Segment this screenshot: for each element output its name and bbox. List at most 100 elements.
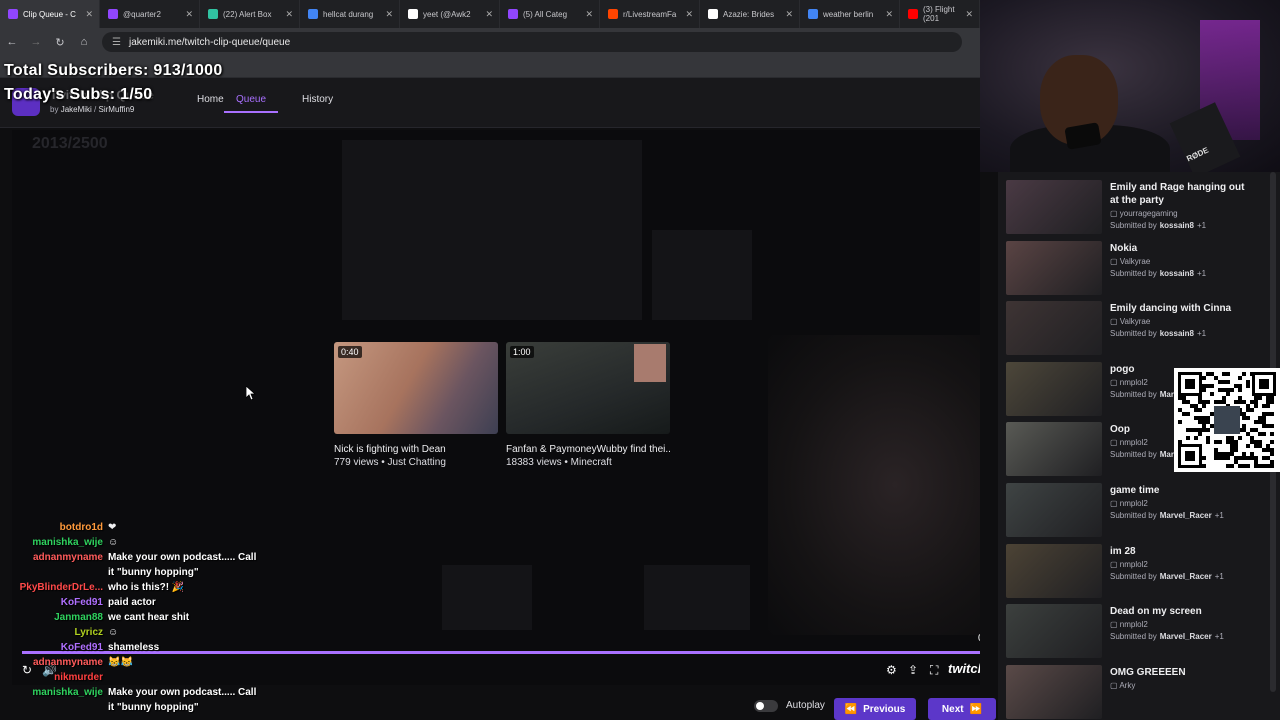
- queue-item-submitter: Submitted by kossain8 +1: [1110, 221, 1206, 230]
- submitter-count: +1: [1214, 632, 1224, 642]
- settings-gear-icon[interactable]: ⚙: [886, 663, 897, 677]
- tab-close-icon[interactable]: ✕: [485, 9, 493, 20]
- clip-thumbnail[interactable]: 0:40: [334, 342, 498, 434]
- chat-username[interactable]: manishka_wije: [32, 687, 103, 698]
- chat-username[interactable]: KoFed91: [61, 597, 103, 608]
- submitter-name: Marvel_Racer: [1159, 571, 1212, 581]
- tab-close-icon[interactable]: ✕: [185, 9, 193, 20]
- clip-card[interactable]: 1:00 Fanfan & PaymoneyWubby find thei...…: [506, 342, 670, 468]
- browser-tab[interactable]: (3) Flight (201 ✕: [900, 0, 980, 28]
- browser-tab[interactable]: @quarter2 ✕: [100, 0, 200, 28]
- queue-item[interactable]: Dead on my screen ▢ nmplol2 Submitted by Ma…: [1006, 604, 1276, 660]
- qr-module: [1246, 456, 1250, 460]
- qr-module: [1234, 444, 1238, 448]
- channel-icon: ▢: [1110, 209, 1120, 218]
- queue-item[interactable]: game time ▢ nmplol2 Submitted by Marvel_Rac…: [1006, 483, 1276, 539]
- queue-item-submitter: Submitted by kossain8 +1: [1110, 269, 1206, 278]
- chat-username[interactable]: PkyBlinderDrLe...: [20, 582, 103, 593]
- queue-item[interactable]: im 28 ▢ nmplol2 Submitted by Marvel_Racer +1: [1006, 543, 1276, 600]
- qr-module: [1230, 388, 1234, 392]
- qr-module: [1262, 448, 1266, 452]
- qr-module: [1218, 452, 1222, 456]
- browser-tab[interactable]: (5) All Categ ✕: [500, 0, 600, 28]
- tab-close-icon[interactable]: ✕: [965, 9, 973, 20]
- chat-username[interactable]: KoFed91: [61, 642, 103, 653]
- qr-module: [1250, 452, 1254, 456]
- queue-item[interactable]: Nokia ▢ Valkyrae Submitted by kossain8 +1: [1006, 240, 1276, 297]
- chat-username[interactable]: botdro1d: [60, 522, 103, 533]
- forward-icon[interactable]: →: [24, 36, 48, 48]
- qr-module: [1254, 404, 1258, 408]
- qr-module: [1254, 396, 1258, 400]
- queue-item-thumbnail[interactable]: [1006, 422, 1102, 477]
- home-icon[interactable]: ⌂: [72, 36, 96, 48]
- nav-home[interactable]: Home: [197, 94, 224, 105]
- clip-title[interactable]: Fanfan & PaymoneyWubby find thei...: [506, 444, 670, 455]
- tab-close-icon[interactable]: ✕: [385, 9, 393, 20]
- tab-close-icon[interactable]: ✕: [285, 9, 293, 20]
- site-settings-icon[interactable]: ☰: [112, 37, 121, 48]
- queue-item-thumbnail[interactable]: [1006, 180, 1102, 234]
- ghost-panel: [442, 565, 532, 630]
- qr-module: [1210, 392, 1214, 396]
- next-button[interactable]: Next ⏩: [928, 698, 996, 720]
- qr-module: [1198, 416, 1202, 420]
- url-field[interactable]: ☰ jakemiki.me/twitch-clip-queue/queue: [102, 32, 962, 52]
- browser-tab[interactable]: r/LivestreamFa ✕: [600, 0, 700, 28]
- chat-username[interactable]: adnanmyname: [33, 657, 103, 668]
- browser-tab[interactable]: Clip Queue - C ✕: [0, 0, 100, 28]
- author-sirmuffin9[interactable]: SirMuffin9: [99, 105, 135, 114]
- queue-item-title: game time: [1110, 485, 1160, 496]
- back-icon[interactable]: ←: [0, 36, 24, 48]
- qr-module: [1238, 464, 1242, 468]
- qr-module: [1202, 424, 1206, 428]
- share-icon[interactable]: ⇪: [908, 663, 918, 677]
- tab-close-icon[interactable]: ✕: [85, 9, 93, 20]
- qr-module: [1234, 384, 1238, 388]
- queue-item-thumbnail[interactable]: [1006, 301, 1102, 356]
- browser-tab[interactable]: (22) Alert Box ✕: [200, 0, 300, 28]
- queue-item-thumbnail[interactable]: [1006, 483, 1102, 537]
- autoplay-toggle[interactable]: [754, 700, 778, 712]
- chat-username[interactable]: Janman88: [54, 612, 103, 623]
- browser-tab[interactable]: hellcat durang ✕: [300, 0, 400, 28]
- tab-close-icon[interactable]: ✕: [585, 9, 593, 20]
- qr-module: [1230, 464, 1234, 468]
- nav-history[interactable]: History: [302, 94, 333, 105]
- queue-item-thumbnail[interactable]: [1006, 664, 1102, 719]
- browser-tab[interactable]: Azazie: Brides ✕: [700, 0, 800, 28]
- tab-close-icon[interactable]: ✕: [685, 9, 693, 20]
- nav-queue[interactable]: Queue: [224, 94, 279, 113]
- queue-item-thumbnail[interactable]: [1006, 361, 1102, 416]
- queue-item[interactable]: OMG GREEEEN ▢ Arky: [1006, 664, 1276, 720]
- qr-module: [1226, 464, 1230, 468]
- fullscreen-icon[interactable]: ⛶: [930, 663, 938, 678]
- clip-title[interactable]: Nick is fighting with Dean: [334, 444, 498, 455]
- chat-username[interactable]: adnanmyname: [33, 552, 103, 563]
- author-jakemiki[interactable]: JakeMiki: [61, 105, 92, 114]
- tab-favicon-icon: [508, 9, 518, 19]
- qr-module: [1250, 400, 1254, 404]
- tab-close-icon[interactable]: ✕: [785, 9, 793, 20]
- reload-icon[interactable]: ↻: [48, 36, 72, 49]
- queue-item[interactable]: Emily dancing with Cinna ▢ Valkyrae Submit…: [1006, 301, 1276, 357]
- previous-button[interactable]: ⏪ Previous: [834, 698, 916, 720]
- queue-item-thumbnail[interactable]: [1006, 543, 1102, 598]
- browser-tab[interactable]: yeet (@Awk2 ✕: [400, 0, 500, 28]
- twitch-logo[interactable]: twitch: [948, 661, 980, 676]
- browser-tab[interactable]: weather berlin ✕: [800, 0, 900, 28]
- qr-module: [1230, 452, 1234, 456]
- qr-module: [1270, 464, 1274, 468]
- clip-card[interactable]: 0:40 Nick is fighting with Dean 779 view…: [334, 342, 498, 468]
- queue-item-thumbnail[interactable]: [1006, 604, 1102, 659]
- qr-module: [1218, 380, 1222, 384]
- chat-username[interactable]: Lyricz: [74, 627, 103, 638]
- chat-username[interactable]: manishka_wije: [32, 537, 103, 548]
- queue-item-thumbnail[interactable]: [1006, 240, 1102, 295]
- chat-username[interactable]: nikmurder: [54, 672, 103, 683]
- tab-close-icon[interactable]: ✕: [885, 9, 893, 20]
- qr-module: [1246, 408, 1250, 412]
- queue-item[interactable]: Emily and Rage hanging out at the party ▢…: [1006, 180, 1276, 236]
- qr-module: [1270, 452, 1274, 456]
- clip-thumbnail[interactable]: 1:00: [506, 342, 670, 434]
